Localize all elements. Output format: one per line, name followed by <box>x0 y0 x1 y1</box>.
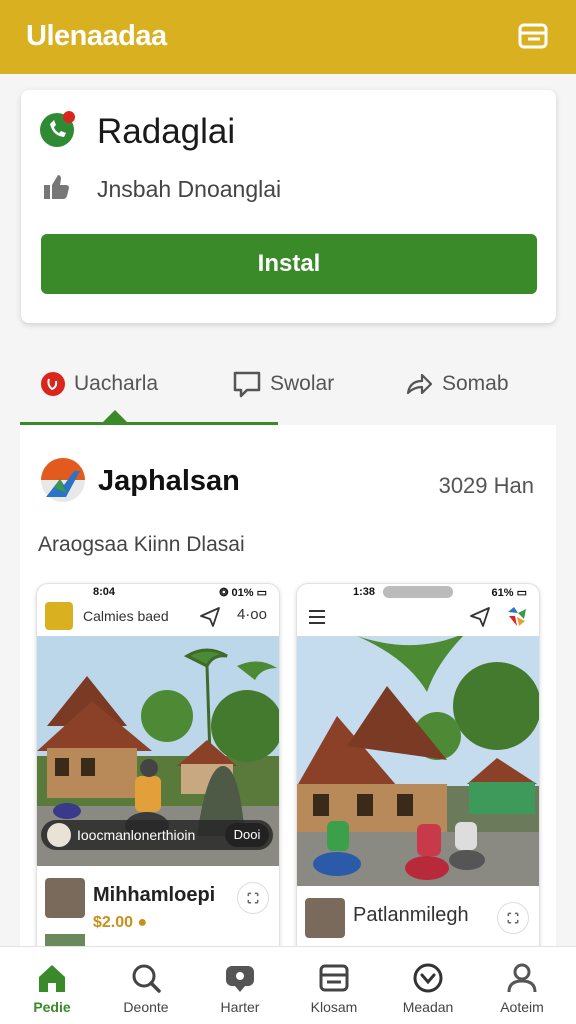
nav-label: Aoteim <box>500 999 544 1015</box>
screenshot-title: Calmies baed <box>83 608 169 624</box>
tab-label: Somab <box>442 372 509 395</box>
app-name: Radaglai <box>97 112 236 151</box>
caption-bar: Ioocmanlonerthioin Dooi <box>41 820 273 850</box>
notch-pill <box>383 586 453 598</box>
brand-icon <box>41 372 65 396</box>
status-time: 1:38 <box>353 586 376 598</box>
person-icon <box>507 963 537 993</box>
status-indicators: ❂ 01% ▭ <box>219 587 267 599</box>
app-subtitle: Jnsbah Dnoanglai <box>97 176 282 202</box>
tab-swolar[interactable]: Swolar <box>232 364 334 404</box>
screenshot-header: Calmies baed 4·oo <box>37 600 279 636</box>
seller-name: Mihhamloepi <box>93 884 216 906</box>
bottom-nav: Pedie Deonte Harter Klosam Meadan Aoteim <box>0 946 576 1024</box>
caption-avatar <box>47 823 71 847</box>
home-icon <box>39 965 65 992</box>
list-icon <box>319 964 349 992</box>
seller-avatar <box>305 898 345 938</box>
nav-label: Pedie <box>33 999 71 1015</box>
tab-uacharla[interactable]: Uacharla <box>40 364 158 404</box>
nav-item-harter[interactable]: Harter <box>192 961 288 1015</box>
install-button[interactable]: Instal <box>41 234 537 294</box>
send-icon[interactable] <box>199 606 221 628</box>
app-logo-icon <box>40 111 75 147</box>
nav-item-pedie[interactable]: Pedie <box>4 961 100 1015</box>
app-header: Ulenaadaa <box>0 0 576 74</box>
app-card: Radaglai Jnsbah Dnoanglai Instal <box>21 90 556 323</box>
search-icon <box>132 964 161 993</box>
app-title: Ulenaadaa <box>26 20 167 52</box>
nav-label: Meadan <box>402 999 454 1015</box>
nav-item-deonte[interactable]: Deonte <box>98 961 194 1015</box>
nav-item-meadan[interactable]: Meadan <box>380 961 476 1015</box>
status-indicators: 61% ▭ <box>491 587 527 599</box>
mini-app-logo <box>45 602 73 630</box>
village-photo <box>297 636 539 886</box>
tab-somab[interactable]: Somab <box>404 364 509 404</box>
tab-label: Swolar <box>270 372 335 395</box>
nav-item-aoteim[interactable]: Aoteim <box>474 961 570 1015</box>
seller-name: Patlanmilegh <box>353 904 469 926</box>
check-circle-icon <box>413 963 443 993</box>
chat-icon <box>233 371 261 398</box>
tab-bar: Uacharla Swolar Somab <box>20 350 556 425</box>
menu-icon[interactable] <box>307 608 327 626</box>
status-bar: 8:04 ❂ 01% ▭ <box>37 584 279 600</box>
screenshot-card[interactable]: 8:04 ❂ 01% ▭ Calmies baed 4·oo Ioocmanlo… <box>36 583 280 963</box>
nav-label: Deonte <box>123 999 169 1015</box>
store-icon[interactable] <box>518 22 548 50</box>
thumbs-up-icon <box>44 175 69 199</box>
post-panel: Japhalsan 3029 Han Araogsaa Kiinn Dlasai… <box>20 425 556 965</box>
publisher-name: Japhalsan <box>98 465 240 497</box>
message-icon <box>226 966 254 992</box>
caption-text: Ioocmanlonerthioin <box>77 827 196 843</box>
expand-icon[interactable] <box>237 882 269 914</box>
colorful-logo-icon <box>508 607 526 626</box>
screenshot-header <box>297 600 539 636</box>
tab-label: Uacharla <box>74 372 159 395</box>
post-description: Araogsaa Kiinn Dlasai <box>38 533 245 556</box>
item-price: $2.00 ● <box>93 914 148 931</box>
share-icon <box>406 373 433 395</box>
nav-item-klosam[interactable]: Klosam <box>286 961 382 1015</box>
publisher-logo-icon <box>41 458 85 502</box>
screenshot-card[interactable]: 1:38 61% ▭ Patlanmilegh <box>296 583 540 963</box>
post-count: 3029 Han <box>438 473 534 498</box>
seller-avatar <box>45 878 85 918</box>
more-menu[interactable]: 4·oo <box>237 606 267 623</box>
caption-button[interactable]: Dooi <box>225 823 269 847</box>
status-time: 8:04 <box>93 586 116 598</box>
expand-icon[interactable] <box>497 902 529 934</box>
nav-label: Harter <box>220 999 260 1015</box>
nav-label: Klosam <box>310 999 358 1015</box>
send-icon[interactable] <box>469 606 491 628</box>
